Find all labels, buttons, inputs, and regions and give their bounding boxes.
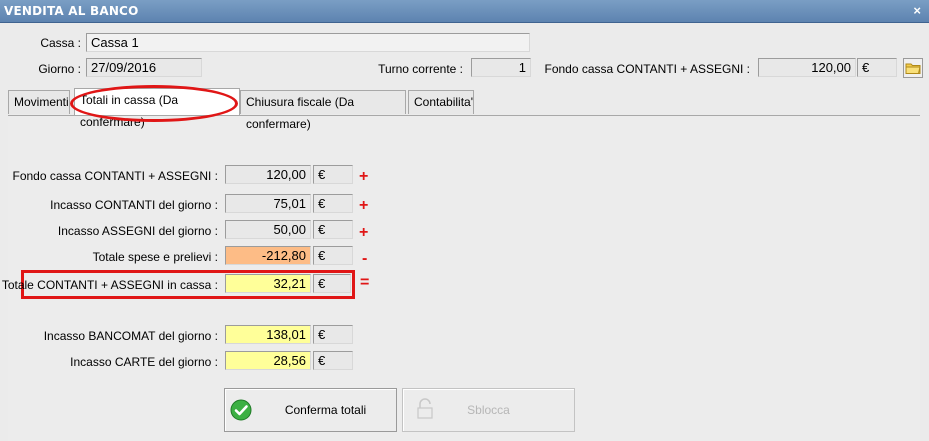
carte-field: 28,56	[225, 351, 311, 370]
carte-currency: €	[313, 351, 353, 370]
cassa-label: Cassa :	[40, 36, 81, 50]
fondo-cassa-field: 120,00	[225, 165, 311, 184]
tab-contabilita[interactable]: Contabilita'	[408, 90, 474, 114]
totale-spese-label: Totale spese e prelievi :	[92, 250, 218, 264]
totale-cassa-field: 32,21	[225, 274, 311, 293]
minus-sign: -	[362, 250, 368, 267]
carte-label: Incasso CARTE del giorno :	[70, 355, 218, 369]
plus-sign: +	[359, 168, 369, 185]
equals-sign: =	[360, 274, 370, 291]
conferma-totali-label: Conferma totali	[284, 403, 367, 417]
totale-cassa-currency: €	[313, 274, 351, 293]
giorno-field: 27/09/2016	[86, 58, 202, 77]
totale-spese-currency: €	[313, 246, 353, 265]
fondo-cassa-label: Fondo cassa CONTANTI + ASSEGNI :	[12, 169, 218, 183]
bancomat-currency: €	[313, 325, 353, 344]
fondo-currency: €	[857, 58, 897, 77]
plus-sign: +	[359, 197, 369, 214]
tab-chiusura-fiscale[interactable]: Chiusura fiscale (Da confermare)	[240, 90, 406, 131]
tab-movimenti[interactable]: Movimenti	[8, 90, 70, 114]
window-titlebar: VENDITA AL BANCO ×	[0, 0, 929, 23]
window-title: VENDITA AL BANCO	[4, 4, 139, 18]
sblocca-label: Sblocca	[467, 403, 510, 417]
turno-label: Turno corrente :	[378, 62, 463, 76]
plus-sign: +	[359, 224, 369, 241]
incasso-contanti-currency: €	[313, 194, 353, 213]
incasso-contanti-field: 75,01	[225, 194, 311, 213]
turno-field: 1	[471, 58, 531, 77]
fondo-field: 120,00	[758, 58, 856, 77]
incasso-assegni-label: Incasso ASSEGNI del giorno :	[57, 224, 218, 238]
conferma-totali-button[interactable]: Conferma totali	[224, 388, 397, 432]
fondo-cassa-currency: €	[313, 165, 353, 184]
bancomat-label: Incasso BANCOMAT del giorno :	[43, 329, 218, 343]
giorno-label: Giorno :	[38, 62, 81, 76]
close-icon[interactable]: ×	[913, 3, 921, 18]
sblocca-button[interactable]: Sblocca	[402, 388, 575, 432]
bancomat-field: 138,01	[225, 325, 311, 344]
tab-highlight-oval	[70, 85, 238, 122]
folder-icon[interactable]	[903, 58, 923, 78]
incasso-contanti-label: Incasso CONTANTI del giorno :	[50, 198, 218, 212]
incasso-assegni-currency: €	[313, 220, 353, 239]
totale-cassa-label: Totale CONTANTI + ASSEGNI in cassa :	[1, 278, 218, 292]
totale-spese-field: -212,80	[225, 246, 311, 265]
cassa-field: Cassa 1	[86, 33, 530, 52]
incasso-assegni-field: 50,00	[225, 220, 311, 239]
fondo-label: Fondo cassa CONTANTI + ASSEGNI :	[544, 62, 750, 76]
